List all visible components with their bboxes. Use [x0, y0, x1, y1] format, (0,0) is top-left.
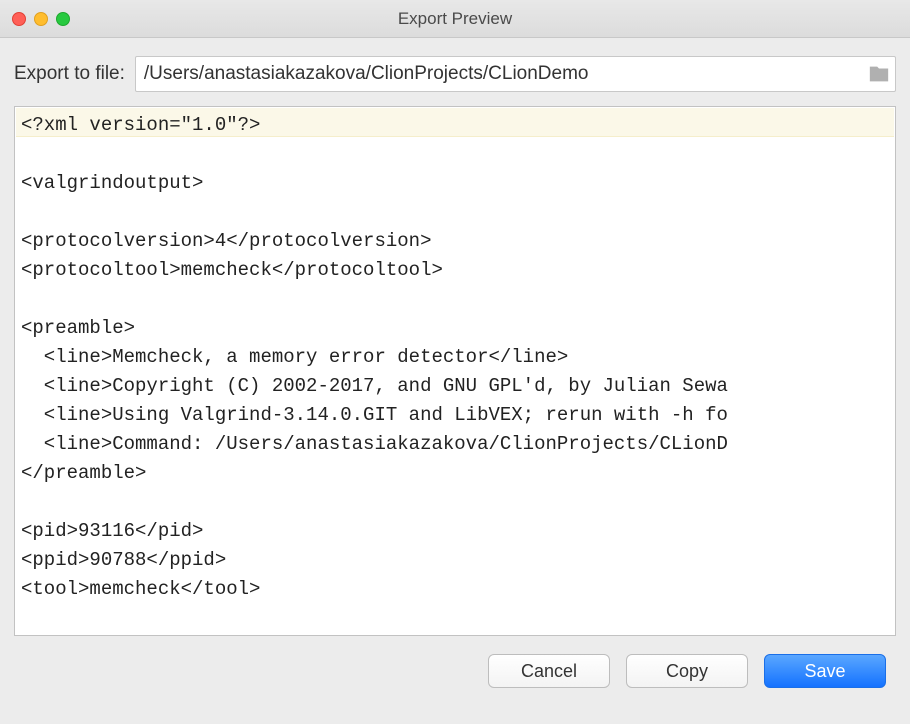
maximize-window-button[interactable] [56, 12, 70, 26]
preview-text-area[interactable]: <?xml version="1.0"?> <valgrindoutput> <… [14, 106, 896, 636]
browse-folder-icon[interactable] [867, 62, 891, 86]
save-button[interactable]: Save [764, 654, 886, 688]
traffic-lights [12, 12, 70, 26]
export-to-file-row: Export to file: [14, 56, 896, 92]
dialog-content: Export to file: <?xml version="1.0"?> <v… [0, 38, 910, 700]
button-row: Cancel Copy Save [14, 654, 896, 688]
minimize-window-button[interactable] [34, 12, 48, 26]
export-path-input[interactable] [144, 63, 867, 85]
export-path-field-wrap [135, 56, 896, 92]
copy-button[interactable]: Copy [626, 654, 748, 688]
export-to-file-label: Export to file: [14, 63, 125, 85]
close-window-button[interactable] [12, 12, 26, 26]
window-title: Export Preview [0, 9, 910, 29]
cancel-button[interactable]: Cancel [488, 654, 610, 688]
preview-text-content: <?xml version="1.0"?> <valgrindoutput> <… [15, 107, 895, 608]
titlebar: Export Preview [0, 0, 910, 38]
